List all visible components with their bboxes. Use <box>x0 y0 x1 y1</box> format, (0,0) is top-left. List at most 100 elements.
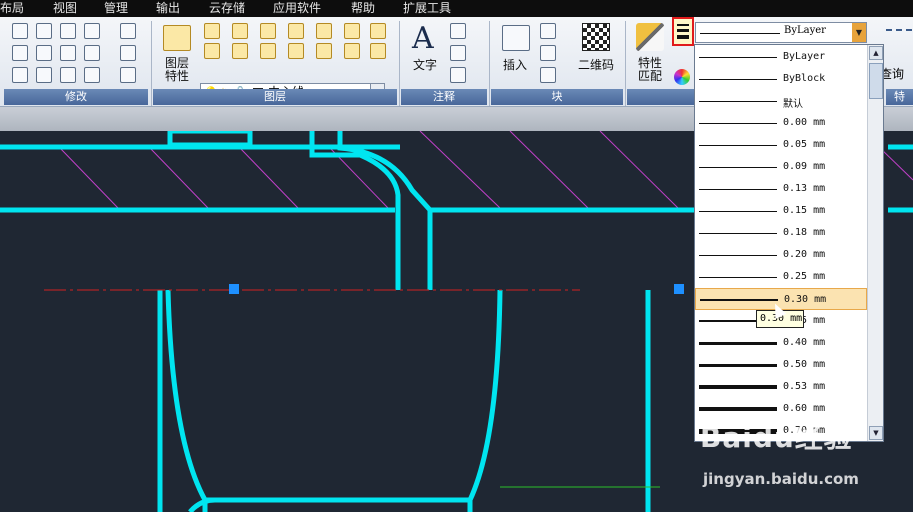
layer-tool-icon[interactable] <box>344 43 360 59</box>
lineweight-option[interactable]: ByBlock <box>695 68 867 90</box>
lineweight-option[interactable]: 0.09 mm <box>695 156 867 178</box>
layer-tool-icon[interactable] <box>260 23 276 39</box>
layer-tool-icon[interactable] <box>288 23 304 39</box>
trim-icon[interactable] <box>120 45 136 61</box>
lineweight-option[interactable]: 默认 <box>695 90 867 112</box>
lineweight-option-label: 0.50 mm <box>783 359 826 370</box>
explode-icon[interactable] <box>120 23 136 39</box>
lineweight-option-label: 0.13 mm <box>783 183 826 194</box>
lineweight-option[interactable]: ByLayer <box>695 46 867 68</box>
menu-item-apps[interactable]: 应用软件 <box>273 0 321 16</box>
scroll-thumb[interactable] <box>869 63 883 99</box>
layer-tool-icon[interactable] <box>204 43 220 59</box>
block-attr-icon[interactable] <box>540 67 556 83</box>
layer-tool-icon[interactable] <box>260 43 276 59</box>
measure-icon[interactable] <box>886 29 912 39</box>
layer-tool-icon[interactable] <box>232 43 248 59</box>
stretch-icon[interactable] <box>12 45 28 61</box>
menu-item-extensions[interactable]: 扩展工具 <box>403 0 451 16</box>
lineweight-swatch <box>699 407 777 411</box>
panel-title-block[interactable]: 块 <box>491 89 623 105</box>
lineweight-option-label: 默认 <box>783 99 803 110</box>
lineweight-option-label: 0.20 mm <box>783 249 826 260</box>
lineweight-option[interactable]: 0.40 mm <box>695 332 867 354</box>
lineweight-option-label: ByBlock <box>783 73 826 84</box>
chevron-down-icon[interactable]: ▼ <box>852 23 866 42</box>
qrcode-icon[interactable] <box>582 23 610 51</box>
layer-tool-icon[interactable] <box>288 43 304 59</box>
mirror-icon[interactable] <box>60 45 76 61</box>
layer-stack-icon[interactable] <box>163 25 191 51</box>
lineweight-swatch <box>700 299 778 301</box>
layer-tool-icon[interactable] <box>316 23 332 39</box>
lineweight-option[interactable]: 0.18 mm <box>695 222 867 244</box>
lineweight-swatch <box>699 79 777 80</box>
scroll-down-icon[interactable]: ▼ <box>869 426 883 440</box>
lineweight-option-label: 0.09 mm <box>783 161 826 172</box>
panel-title-properties[interactable] <box>627 89 694 105</box>
lineweight-swatch <box>699 233 777 234</box>
grip-point <box>229 284 239 294</box>
lineweight-option[interactable]: 0.50 mm <box>695 354 867 376</box>
offset-icon[interactable] <box>60 23 76 39</box>
lineweight-option[interactable]: 0.05 mm <box>695 134 867 156</box>
panel-title-utilities[interactable]: 特 <box>886 89 913 105</box>
lineweight-option[interactable]: 0.25 mm <box>695 266 867 288</box>
lineweight-swatch <box>699 211 777 212</box>
extend-icon[interactable] <box>84 67 100 83</box>
block-create-icon[interactable] <box>540 45 556 61</box>
menu-item-layout[interactable]: 布局 <box>0 0 24 16</box>
block-edit-icon[interactable] <box>540 23 556 39</box>
join-icon[interactable] <box>60 67 76 83</box>
lineweight-option[interactable]: 0.20 mm <box>695 244 867 266</box>
panel-title-layers[interactable]: 图层 <box>153 89 397 105</box>
dimension-icon[interactable] <box>450 67 466 83</box>
move-icon[interactable] <box>12 67 28 83</box>
layer-tool-icon[interactable] <box>232 23 248 39</box>
menu-item-help[interactable]: 帮助 <box>351 0 375 16</box>
menu-item-output[interactable]: 输出 <box>156 0 180 16</box>
lineweight-swatch <box>699 342 777 345</box>
lineweight-list[interactable]: 0.70 mm 0.60 mm 0.53 mm 0.50 mm 0.40 mm 0.35 … <box>694 44 884 442</box>
menu-bar: 布局 视图 管理 输出 云存储 应用软件 帮助 扩展工具 <box>0 0 913 17</box>
menu-item-view[interactable]: 视图 <box>53 0 77 16</box>
lineweight-option[interactable]: 0.00 mm <box>695 112 867 134</box>
qrcode-button[interactable]: 二维码 <box>574 59 618 72</box>
panel-separator <box>625 21 626 106</box>
menu-item-cloud[interactable]: 云存储 <box>209 0 245 16</box>
insert-block-icon[interactable] <box>502 25 530 51</box>
layer-tool-icon[interactable] <box>370 43 386 59</box>
fillet-icon[interactable] <box>84 45 100 61</box>
lineweight-option-label: 0.15 mm <box>783 205 826 216</box>
lineweight-dropdown[interactable]: ByLayer ▼ <box>695 22 867 43</box>
layer-tool-icon[interactable] <box>370 23 386 39</box>
erase-icon[interactable] <box>12 23 28 39</box>
menu-item-manage[interactable]: 管理 <box>104 0 128 16</box>
lineweight-option[interactable]: 0.53 mm <box>695 376 867 398</box>
panel-title-annotation[interactable]: 注释 <box>401 89 487 105</box>
leader-icon[interactable] <box>450 45 466 61</box>
text-icon[interactable]: A <box>412 23 434 55</box>
copy-icon[interactable] <box>36 23 52 39</box>
array-icon[interactable] <box>84 23 100 39</box>
insert-button[interactable]: 插入 <box>498 59 532 72</box>
lineweight-option-label: ByLayer <box>783 51 826 62</box>
match-properties-brush-icon[interactable] <box>636 23 664 51</box>
lineweight-option[interactable]: 0.13 mm <box>695 178 867 200</box>
color-wheel-icon[interactable] <box>674 69 690 85</box>
align-icon[interactable] <box>120 67 136 83</box>
panel-title-modify[interactable]: 修改 <box>4 89 148 105</box>
lineweight-option[interactable]: 0.15 mm <box>695 200 867 222</box>
rotate-icon[interactable] <box>36 67 52 83</box>
layer-tool-icon[interactable] <box>344 23 360 39</box>
scale-icon[interactable] <box>36 45 52 61</box>
lineweight-button[interactable] <box>672 17 694 46</box>
list-scrollbar[interactable]: ▲ ▼ <box>867 45 883 441</box>
layer-properties-button[interactable]: 图层 特性 <box>158 57 196 83</box>
text-button[interactable]: 文字 <box>408 59 442 72</box>
layer-tool-icon[interactable] <box>204 23 220 39</box>
layer-tool-icon[interactable] <box>316 43 332 59</box>
table-icon[interactable] <box>450 23 466 39</box>
match-properties-button[interactable]: 特性 匹配 <box>632 57 668 83</box>
scroll-up-icon[interactable]: ▲ <box>869 46 883 60</box>
